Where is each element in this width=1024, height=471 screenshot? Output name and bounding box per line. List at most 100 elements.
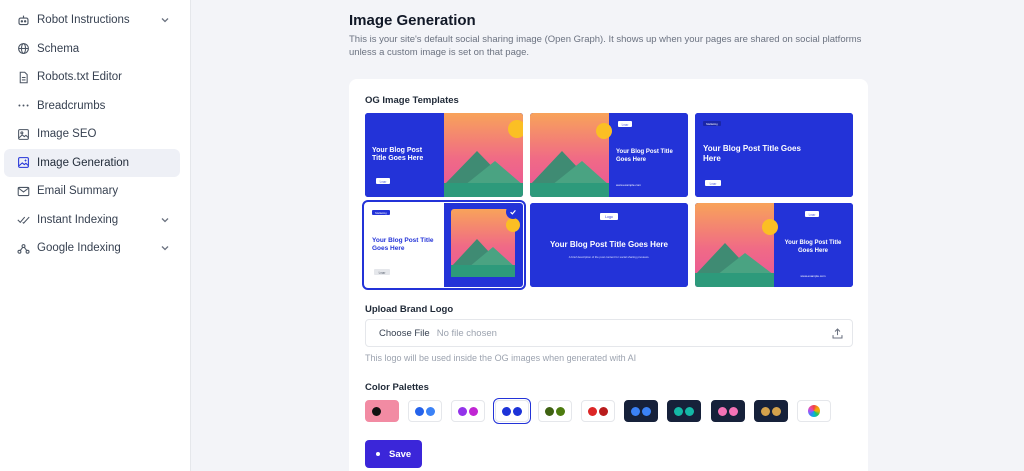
network-icon: [16, 241, 30, 255]
palette-option-3[interactable]: [451, 400, 486, 422]
palette-option-2[interactable]: [408, 400, 443, 422]
template-url: www.example.com: [800, 274, 826, 278]
chevron-down-icon: [160, 215, 170, 225]
template-logo: Logo: [379, 271, 386, 275]
dots-icon: [16, 99, 30, 113]
save-label: Save: [389, 448, 412, 460]
robot-icon: [16, 13, 30, 27]
palette-color-dot: [599, 406, 608, 416]
palette-option-6[interactable]: [581, 400, 615, 422]
palette-option-4[interactable]: [492, 398, 531, 424]
upload-hint: This logo will be used inside the OG ima…: [365, 353, 637, 363]
palette-option-11[interactable]: [797, 400, 831, 422]
upload-icon[interactable]: [831, 327, 844, 343]
palette-color-dot: [631, 406, 641, 416]
sidebar-item-instant-indexing[interactable]: Instant Indexing: [4, 206, 180, 235]
template-url: www.example.com: [616, 183, 642, 187]
palette-color-dot: [426, 406, 436, 416]
palette-color-dot: [383, 406, 392, 416]
template-logo: Logo: [809, 213, 816, 217]
palette-color-dot: [674, 406, 684, 416]
page-title: Image Generation: [349, 12, 476, 29]
palette-color-dot: [372, 406, 381, 416]
template-tag: Marketing: [706, 122, 718, 126]
palette-color-dot: [544, 406, 554, 416]
choose-file-button[interactable]: Choose File: [379, 328, 430, 339]
sidebar-item-robots-txt-editor[interactable]: Robots.txt Editor: [4, 63, 180, 92]
palette-color-dot: [717, 406, 727, 416]
save-dot-icon: [376, 452, 380, 456]
template-logo: Logo: [622, 123, 629, 127]
sidebar-item-google-indexing[interactable]: Google Indexing: [4, 234, 180, 263]
sidebar-item-breadcrumbs[interactable]: Breadcrumbs: [4, 92, 180, 121]
og-template-6[interactable]: Logo Your Blog Post Title Goes Here www.…: [695, 203, 853, 287]
template-title-line1: Your Blog Post Title: [785, 240, 842, 246]
main-content: Image Generation This is your site's def…: [191, 0, 1024, 471]
palette-color-dot: [588, 406, 597, 416]
og-template-5[interactable]: Logo Your Blog Post Title Goes Here A br…: [530, 203, 688, 287]
sidebar-item-label: Schema: [37, 42, 80, 55]
template-title-line1: Your Blog Post Title: [616, 149, 673, 155]
sidebar-item-label: Instant Indexing: [37, 213, 119, 226]
upload-logo-label: Upload Brand Logo: [365, 304, 454, 315]
og-template-3[interactable]: Marketing Your Blog Post Title Goes Here…: [695, 113, 853, 197]
template-title-line2: Title Goes Here: [372, 155, 423, 162]
template-title-line1: Your Blog Post Title Goes: [703, 144, 801, 153]
palette-option-10[interactable]: [753, 400, 788, 422]
mail-icon: [16, 184, 30, 198]
palette-color-dot: [760, 406, 770, 416]
sidebar-item-email-summary[interactable]: Email Summary: [4, 177, 180, 206]
template-logo: Logo: [380, 180, 387, 184]
color-wheel-icon: [808, 405, 820, 417]
save-button[interactable]: Save: [365, 440, 422, 468]
template-subtitle: A brief description of the post content …: [569, 255, 650, 259]
template-tag: Marketing: [375, 211, 387, 215]
og-template-2[interactable]: Logo Your Blog Post Title Goes Here www.…: [530, 113, 688, 197]
page-description: This is your site's default social shari…: [349, 34, 862, 58]
sidebar: Robot Instructions Schema Robots.txt Edi…: [0, 0, 191, 471]
sidebar-item-label: Image SEO: [37, 128, 97, 141]
sidebar-item-image-seo[interactable]: Image SEO: [4, 120, 180, 149]
image-sparkle-icon: [16, 156, 30, 170]
template-logo: Logo: [710, 182, 717, 186]
palette-color-dot: [771, 406, 781, 416]
settings-card: OG Image Templates Your Blog Post Title …: [349, 79, 868, 471]
check-double-icon: [16, 213, 30, 227]
logo-file-input[interactable]: Choose File No file chosen: [365, 319, 853, 347]
template-title-line2: Goes Here: [372, 245, 405, 252]
template-title-line1: Your Blog Post Title Goes Here: [550, 240, 669, 249]
palette-color-dot: [685, 406, 695, 416]
sidebar-item-label: Breadcrumbs: [37, 99, 106, 112]
palette-option-1[interactable]: [365, 400, 399, 422]
sidebar-item-robot-instructions[interactable]: Robot Instructions: [4, 6, 180, 35]
file-status: No file chosen: [436, 327, 497, 339]
og-template-4[interactable]: Marketing Your Blog Post Title Goes Here…: [362, 200, 526, 290]
palette-color-dot: [728, 406, 738, 416]
color-palettes-label: Color Palettes: [365, 382, 429, 393]
template-title-line2: Here: [703, 154, 721, 163]
palette-color-dot: [512, 406, 522, 416]
globe-icon: [16, 42, 30, 56]
palette-color-dot: [458, 406, 468, 416]
sidebar-item-schema[interactable]: Schema: [4, 35, 180, 64]
template-title-line1: Your Blog Post: [372, 147, 423, 154]
palette-color-dot: [415, 406, 425, 416]
template-title-line2: Goes Here: [798, 248, 829, 254]
sidebar-item-label: Email Summary: [37, 185, 119, 198]
og-template-1[interactable]: Your Blog Post Title Goes Here Logo: [365, 113, 523, 197]
template-title-line1: Your Blog Post Title: [372, 237, 434, 244]
document-icon: [16, 70, 30, 84]
sidebar-item-image-generation[interactable]: Image Generation: [4, 148, 180, 177]
palette-color-dot: [642, 406, 652, 416]
palette-color-dot: [501, 406, 511, 416]
sidebar-item-label: Google Indexing: [37, 242, 121, 255]
template-title-line2: Goes Here: [616, 157, 647, 163]
palette-option-9[interactable]: [710, 400, 745, 422]
palette-option-8[interactable]: [667, 400, 702, 422]
palette-color-dot: [469, 406, 479, 416]
image-icon: [16, 127, 30, 141]
sidebar-item-label: Image Generation: [37, 156, 130, 169]
palette-option-7[interactable]: [624, 400, 659, 422]
og-templates-label: OG Image Templates: [365, 95, 459, 106]
palette-option-5[interactable]: [537, 400, 572, 422]
